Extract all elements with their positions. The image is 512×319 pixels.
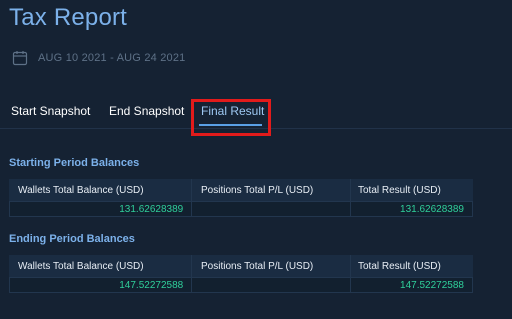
wallets-total-value: 147.52272588 — [10, 278, 193, 292]
positions-pl-value — [192, 202, 351, 216]
date-range[interactable]: AUG 10 2021 - AUG 24 2021 — [12, 49, 185, 67]
column-header: Positions Total P/L (USD) — [192, 255, 351, 277]
column-header: Wallets Total Balance (USD) — [9, 255, 192, 277]
date-range-text: AUG 10 2021 - AUG 24 2021 — [38, 52, 186, 64]
column-header: Wallets Total Balance (USD) — [9, 179, 192, 201]
page-title: Tax Report — [9, 4, 128, 31]
total-result-value: 147.52272588 — [400, 279, 464, 291]
table-header: Wallets Total Balance (USD) Positions To… — [9, 179, 473, 201]
highlight-annotation — [191, 99, 271, 136]
table-row: 131.62628389 131.62628389 — [9, 201, 473, 217]
table-header: Wallets Total Balance (USD) Positions To… — [9, 255, 473, 277]
tab-end-snapshot[interactable]: End Snapshot — [109, 104, 184, 118]
ending-balances-table: Wallets Total Balance (USD) Positions To… — [9, 255, 473, 293]
wallets-total-value: 131.62628389 — [10, 202, 193, 216]
tab-start-snapshot[interactable]: Start Snapshot — [11, 104, 90, 118]
table-row: 147.52272588 147.52272588 — [9, 277, 473, 293]
calendar-icon — [12, 50, 28, 66]
column-header: Positions Total P/L (USD) — [192, 179, 351, 201]
column-header: Total Result (USD) — [358, 260, 441, 272]
starting-balances-table: Wallets Total Balance (USD) Positions To… — [9, 179, 473, 217]
starting-period-title: Starting Period Balances — [9, 157, 140, 169]
column-header: Total Result (USD) — [358, 184, 441, 196]
total-result-value: 131.62628389 — [400, 203, 464, 215]
positions-pl-value — [192, 278, 351, 292]
ending-period-title: Ending Period Balances — [9, 233, 135, 245]
